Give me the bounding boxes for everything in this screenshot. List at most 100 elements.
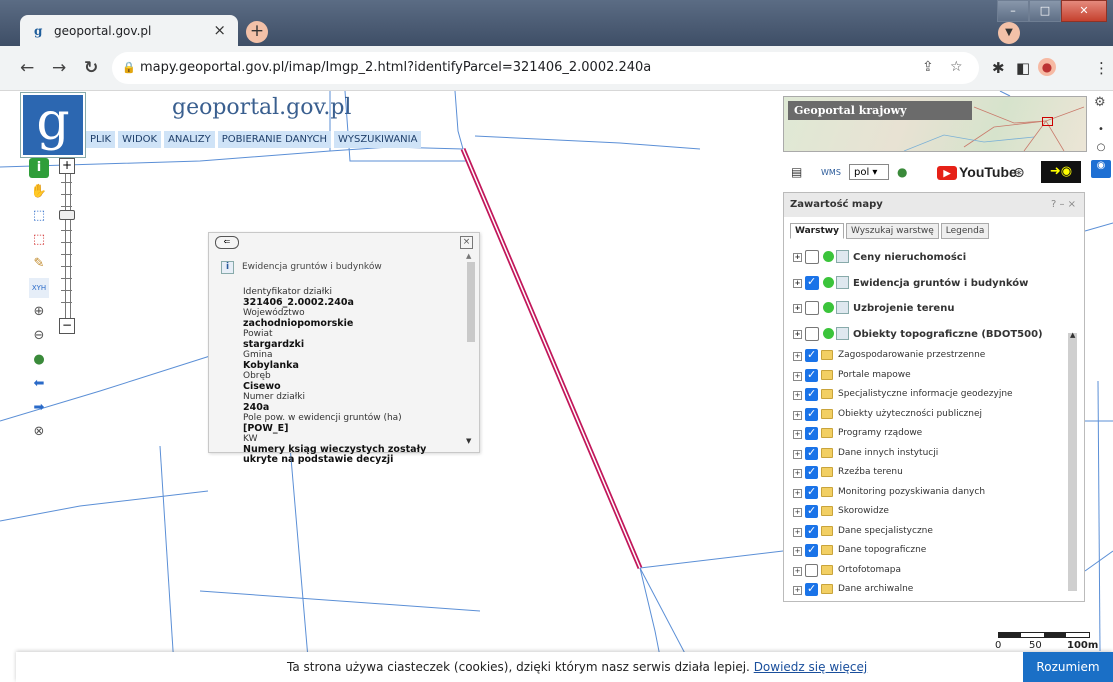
group-checkbox[interactable] [805, 407, 818, 421]
browser-tab[interactable]: g geoportal.gov.pl × [20, 15, 238, 46]
expand-icon[interactable]: + [793, 449, 802, 459]
side-panel-icon[interactable]: ◧ [1016, 59, 1030, 77]
accessibility-icon[interactable]: ⊛ [1013, 165, 1025, 181]
group-checkbox[interactable] [805, 582, 818, 596]
side-dot-icon[interactable]: • [1091, 124, 1111, 142]
layer-group-row[interactable]: + Dane topograficzne [791, 542, 1063, 562]
bookmark-star-icon[interactable]: ☆ [950, 59, 963, 75]
new-tab-button[interactable]: + [246, 21, 268, 43]
menu-pobieranie-danych[interactable]: POBIERANIE DANYCH [217, 131, 331, 148]
zoom-slider[interactable]: + − [57, 158, 77, 336]
back-arrow-icon[interactable]: ← [20, 58, 34, 78]
map-canvas[interactable]: g geoportal.gov.pl PLIK WIDOK ANALIZY PO… [0, 91, 1113, 682]
scroll-down-arrow-icon[interactable]: ▼ [466, 437, 471, 445]
zoom-rail[interactable] [65, 174, 71, 318]
layer-checkbox[interactable] [805, 326, 819, 341]
settings-gear-icon[interactable]: ⚙ [1094, 95, 1106, 110]
popup-scroll-thumb[interactable] [467, 262, 475, 342]
pencil-draw-icon[interactable]: ✎ [29, 254, 49, 274]
pan-hand-icon[interactable]: ✋ [29, 182, 49, 202]
layer-group-row[interactable]: + Programy rządowe [791, 425, 1063, 445]
language-select[interactable]: pol ▾ [849, 164, 889, 180]
document-list-icon[interactable]: ▤ [791, 165, 802, 179]
forward-arrow-icon[interactable]: → [52, 58, 66, 78]
share-icon[interactable]: ⇪ [922, 59, 934, 75]
group-checkbox[interactable] [805, 368, 818, 382]
popup-close-icon[interactable]: × [460, 236, 473, 249]
eye-visibility-icon[interactable]: ◉ [1091, 160, 1111, 178]
geoportal-brand-title[interactable]: geoportal.gov.pl [172, 95, 351, 120]
group-checkbox[interactable] [805, 563, 818, 577]
expand-icon[interactable]: + [793, 352, 802, 361]
expand-icon[interactable]: + [793, 329, 802, 339]
popup-scrollbar[interactable]: ▲ ▼ [465, 252, 475, 445]
group-checkbox[interactable] [805, 465, 818, 479]
minimize-button[interactable]: – [997, 0, 1029, 22]
window-close-button[interactable]: ✕ [1061, 0, 1107, 22]
layer-group-row[interactable]: + Monitoring pozyskiwania danych [791, 484, 1063, 504]
cookie-more-link[interactable]: Dowiedz się więcej [754, 660, 867, 674]
youtube-link[interactable]: ▶ YouTube [937, 164, 1017, 180]
expand-icon[interactable]: + [793, 430, 802, 439]
zoom-in-magnifier-icon[interactable]: ⊕ [29, 302, 49, 322]
menu-plik[interactable]: PLIK [86, 131, 116, 148]
clear-tool-icon[interactable]: ⊗ [29, 422, 49, 442]
group-checkbox[interactable] [805, 348, 818, 362]
tab-search-chevron-icon[interactable]: ▼ [998, 22, 1020, 44]
extensions-puzzle-icon[interactable]: ✱ [992, 59, 1005, 77]
expand-icon[interactable]: + [793, 586, 802, 595]
high-contrast-toggle[interactable]: ➜◉ [1041, 161, 1081, 183]
layer-row[interactable]: + Obiekty topograficzne (BDOT500) [791, 322, 1063, 348]
browser-menu-icon[interactable]: ⋮ [1094, 59, 1109, 77]
expand-icon[interactable]: + [793, 508, 802, 517]
expand-icon[interactable]: + [793, 304, 802, 313]
expand-icon[interactable]: + [793, 391, 802, 400]
panel-scroll-up-icon[interactable]: ▲ [1070, 331, 1075, 339]
menu-analizy[interactable]: ANALIZY [164, 131, 215, 148]
layer-group-row[interactable]: + Specjalistyczne informacje geodezyjne [791, 386, 1063, 406]
menu-widok[interactable]: WIDOK [118, 131, 162, 148]
group-checkbox[interactable] [805, 543, 818, 557]
expand-icon[interactable]: + [793, 488, 802, 498]
panel-scroll-thumb[interactable] [1068, 333, 1077, 591]
zoom-slider-handle[interactable] [59, 210, 75, 220]
layer-group-row[interactable]: + Dane innych instytucji [791, 445, 1063, 465]
expand-icon[interactable]: + [793, 371, 802, 381]
layer-group-row[interactable]: + Portale mapowe [791, 367, 1063, 387]
lock-icon[interactable]: 🔒 [122, 61, 136, 74]
layer-checkbox[interactable] [805, 275, 819, 290]
select-area-icon[interactable]: ⬚ [29, 206, 49, 226]
info-tool-icon[interactable]: i [29, 158, 49, 178]
panel-scrollbar[interactable] [1068, 333, 1078, 597]
deselect-area-icon[interactable]: ⬚ [29, 230, 49, 250]
layer-group-row[interactable]: + Obiekty użyteczności publicznej [791, 406, 1063, 426]
expand-icon[interactable]: + [793, 253, 802, 262]
cookie-accept-button[interactable]: Rozumiem [1023, 652, 1113, 682]
xyz-coordinates-icon[interactable]: XYH [29, 278, 49, 298]
tab-warstwy[interactable]: Warstwy [790, 223, 844, 239]
help-circle-icon[interactable]: ● [897, 165, 907, 179]
tab-legenda[interactable]: Legenda [940, 223, 990, 239]
geoportal-logo[interactable]: g [21, 93, 85, 157]
menu-wyszukiwania[interactable]: WYSZUKIWANIA [333, 131, 422, 148]
tab-wyszukaj-warstwe[interactable]: Wyszukaj warstwę [845, 223, 939, 239]
side-circle-icon[interactable]: ○ [1091, 142, 1111, 160]
url-text[interactable]: mapy.geoportal.gov.pl/imap/Imgp_2.html?i… [140, 60, 651, 75]
expand-icon[interactable]: + [793, 566, 802, 576]
zoom-minus-button[interactable]: − [59, 318, 75, 334]
expand-icon[interactable]: + [793, 410, 802, 420]
scroll-up-arrow-icon[interactable]: ▲ [466, 252, 471, 260]
layer-group-row[interactable]: + Dane archiwalne [791, 581, 1063, 601]
tab-close-button[interactable]: × [213, 21, 226, 39]
layer-group-row[interactable]: + Rzeźba terenu [791, 464, 1063, 484]
layer-row[interactable]: + Ceny nieruchomości [791, 245, 1063, 271]
overview-map[interactable]: Geoportal krajowy [783, 96, 1087, 152]
profile-avatar[interactable]: ● [1038, 58, 1056, 76]
zoom-out-magnifier-icon[interactable]: ⊖ [29, 326, 49, 346]
layer-group-row[interactable]: + Zagospodarowanie przestrzenne [791, 347, 1063, 367]
layer-group-row[interactable]: + Dane specjalistyczne [791, 523, 1063, 543]
layer-checkbox[interactable] [805, 301, 819, 315]
group-checkbox[interactable] [805, 387, 818, 401]
layer-group-row[interactable]: + Ortofotomapa [791, 562, 1063, 582]
url-omnibox[interactable]: 🔒 mapy.geoportal.gov.pl/imap/Imgp_2.html… [112, 52, 979, 84]
